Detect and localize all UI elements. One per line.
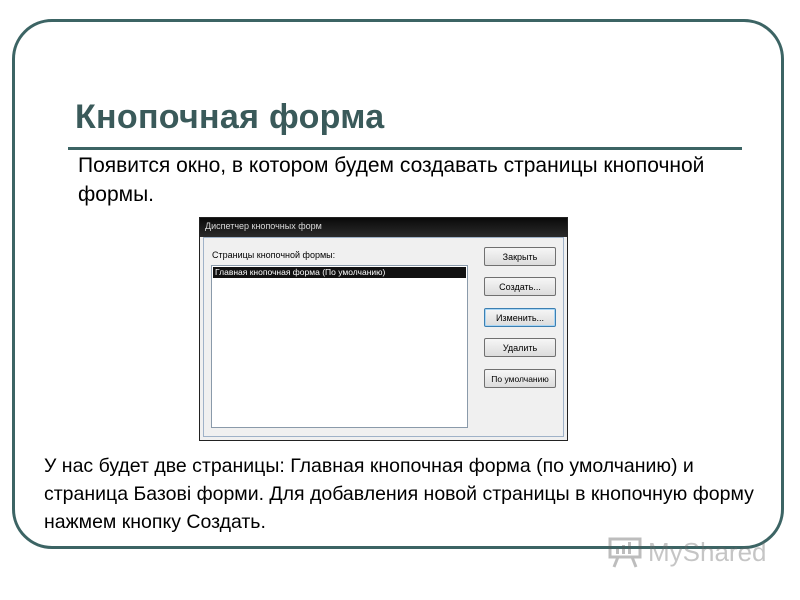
intro-text: Появится окно, в котором будем создавать…	[78, 154, 705, 206]
dialog-body: Страницы кнопочной формы: Главная кнопоч…	[203, 237, 564, 437]
pages-listbox[interactable]: Главная кнопочная форма (По умолчанию)	[211, 265, 468, 428]
title-underline	[68, 147, 742, 150]
pages-list-label: Страницы кнопочной формы:	[212, 250, 336, 260]
watermark-text: MyShared	[648, 536, 767, 567]
close-button[interactable]: Закрыть	[484, 247, 556, 266]
watermark: MyShared	[608, 534, 767, 570]
dialog-titlebar[interactable]: Диспетчер кнопочных форм	[200, 218, 567, 237]
presentation-board-icon	[608, 537, 642, 568]
switchboard-manager-dialog: Диспетчер кнопочных форм Страницы кнопоч…	[199, 217, 568, 441]
list-item[interactable]: Главная кнопочная форма (По умолчанию)	[213, 267, 466, 278]
delete-button[interactable]: Удалить	[484, 338, 556, 357]
slide-title: Кнопочная форма	[75, 98, 385, 136]
dialog-title: Диспетчер кнопочных форм	[205, 221, 322, 231]
edit-button[interactable]: Изменить...	[484, 308, 556, 327]
create-button[interactable]: Создать...	[484, 277, 556, 296]
set-default-button[interactable]: По умолчанию	[484, 369, 556, 388]
body-text: У нас будет две страницы: Главная кнопоч…	[44, 455, 754, 533]
